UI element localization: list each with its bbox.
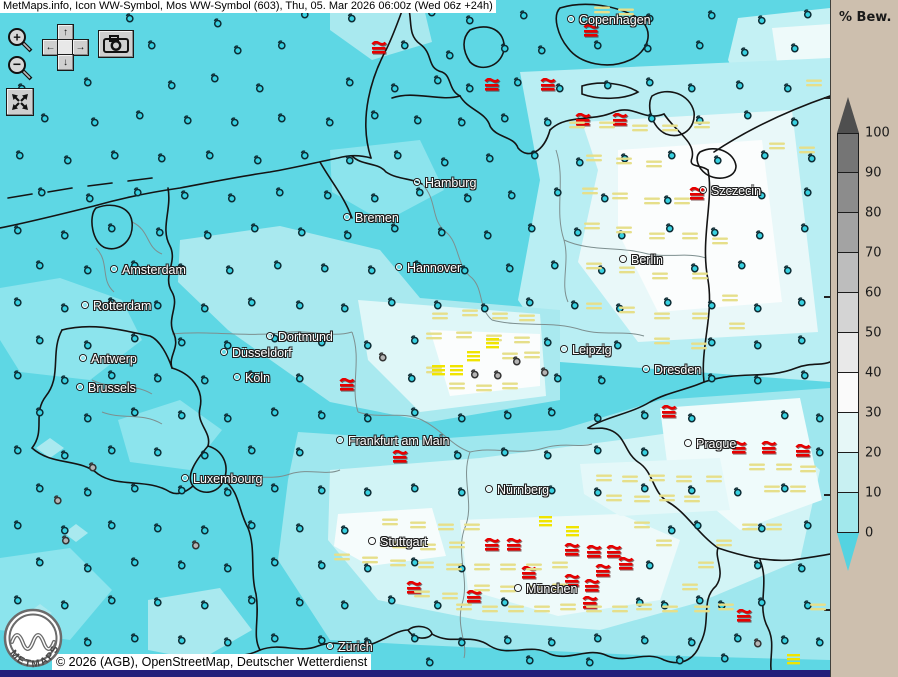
legend-tick-label: 10 (865, 486, 882, 501)
legend-tick-label: 30 (865, 406, 882, 421)
legend-tick-label: 60 (865, 286, 882, 301)
legend-tick-label: 70 (865, 246, 882, 261)
legend-tick-label: 0 (865, 526, 873, 541)
legend-tick-label: 90 (865, 166, 882, 181)
legend-segment (837, 453, 859, 493)
legend-tick-label: 20 (865, 446, 882, 461)
fullscreen-button[interactable] (6, 88, 34, 116)
arrow-down-icon: ↓ (63, 57, 68, 68)
legend-sidebar: % Bew. 1009080706050403020100 (830, 0, 898, 677)
metmaps-app: CopenhagenHamburgBremenHannoverAmsterdam… (0, 0, 898, 677)
fullscreen-icon (11, 93, 29, 111)
camera-icon (103, 35, 129, 53)
legend-segment (837, 413, 859, 453)
legend-tick-label: 40 (865, 366, 882, 381)
legend-segment (837, 213, 859, 253)
legend-tick-label: 80 (865, 206, 882, 221)
legend-segment (837, 373, 859, 413)
legend-segment (837, 293, 859, 333)
arrow-right-icon: → (76, 42, 86, 53)
legend-tick-label: 100 (865, 126, 890, 141)
legend-segment (837, 493, 859, 533)
legend-segment (837, 253, 859, 293)
metmaps-logo[interactable]: METMAPS (2, 608, 64, 677)
zoom-out-button[interactable]: − (6, 54, 34, 87)
svg-text:+: + (13, 30, 21, 45)
title-bar: MetMaps.info, Icon WW-Symbol, Mos WW-Sym… (0, 0, 496, 13)
zoom-in-icon: + (6, 26, 34, 54)
bottom-strip (0, 670, 830, 677)
pan-control: ↑ ← → ↓ (42, 24, 87, 69)
legend-top-arrow (837, 97, 859, 133)
map-background (0, 0, 830, 677)
svg-text:−: − (13, 56, 21, 72)
arrow-left-icon: ← (46, 42, 56, 53)
attribution-text: © 2026 (AGB), OpenStreetMap, Deutscher W… (56, 655, 367, 669)
map-title: MetMaps.info, Icon WW-Symbol, Mos WW-Sym… (3, 0, 493, 12)
legend-segment (837, 173, 859, 213)
zoom-out-icon: − (6, 54, 34, 82)
legend-tick-label: 50 (865, 326, 882, 341)
legend-bottom-arrow (837, 533, 859, 571)
legend-title: % Bew. (839, 10, 891, 25)
map-canvas[interactable]: CopenhagenHamburgBremenHannoverAmsterdam… (0, 0, 830, 677)
legend-segment (837, 133, 859, 173)
legend-segment (837, 333, 859, 373)
snapshot-button[interactable] (98, 30, 134, 58)
arrow-up-icon: ↑ (63, 27, 68, 38)
attribution-bar: © 2026 (AGB), OpenStreetMap, Deutscher W… (52, 654, 371, 670)
